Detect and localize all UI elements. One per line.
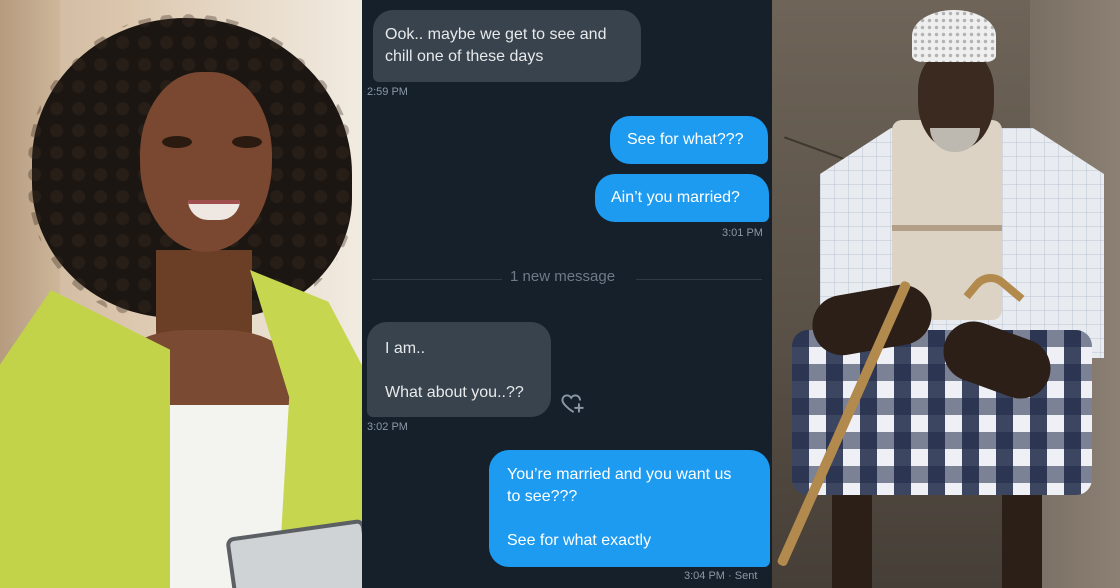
message-bubble-outgoing[interactable]: You’re married and you want us to see???… — [489, 450, 770, 567]
right-photo — [772, 0, 1120, 588]
face — [140, 72, 272, 252]
heart-plus-icon[interactable] — [560, 390, 586, 416]
new-message-divider: 1 new message — [510, 268, 616, 285]
message-bubble-outgoing[interactable]: See for what??? — [610, 116, 768, 164]
message-status: 3:04 PM · Sent — [684, 570, 758, 582]
divider-line — [372, 279, 502, 280]
left-photo — [0, 0, 362, 588]
message-time: 3:02 PM — [367, 421, 408, 433]
message-bubble-outgoing[interactable]: Ain’t you married? — [595, 174, 769, 222]
message-bubble-incoming[interactable]: I am.. What about you..?? — [367, 322, 551, 417]
chat-thread: Ook.. maybe we get to see and chill one … — [362, 0, 772, 588]
message-bubble-incoming[interactable]: Ook.. maybe we get to see and chill one … — [373, 10, 641, 82]
divider-line — [636, 279, 762, 280]
blazer — [0, 290, 170, 588]
message-time: 3:01 PM — [722, 227, 763, 239]
message-time: 2:59 PM — [367, 86, 408, 98]
